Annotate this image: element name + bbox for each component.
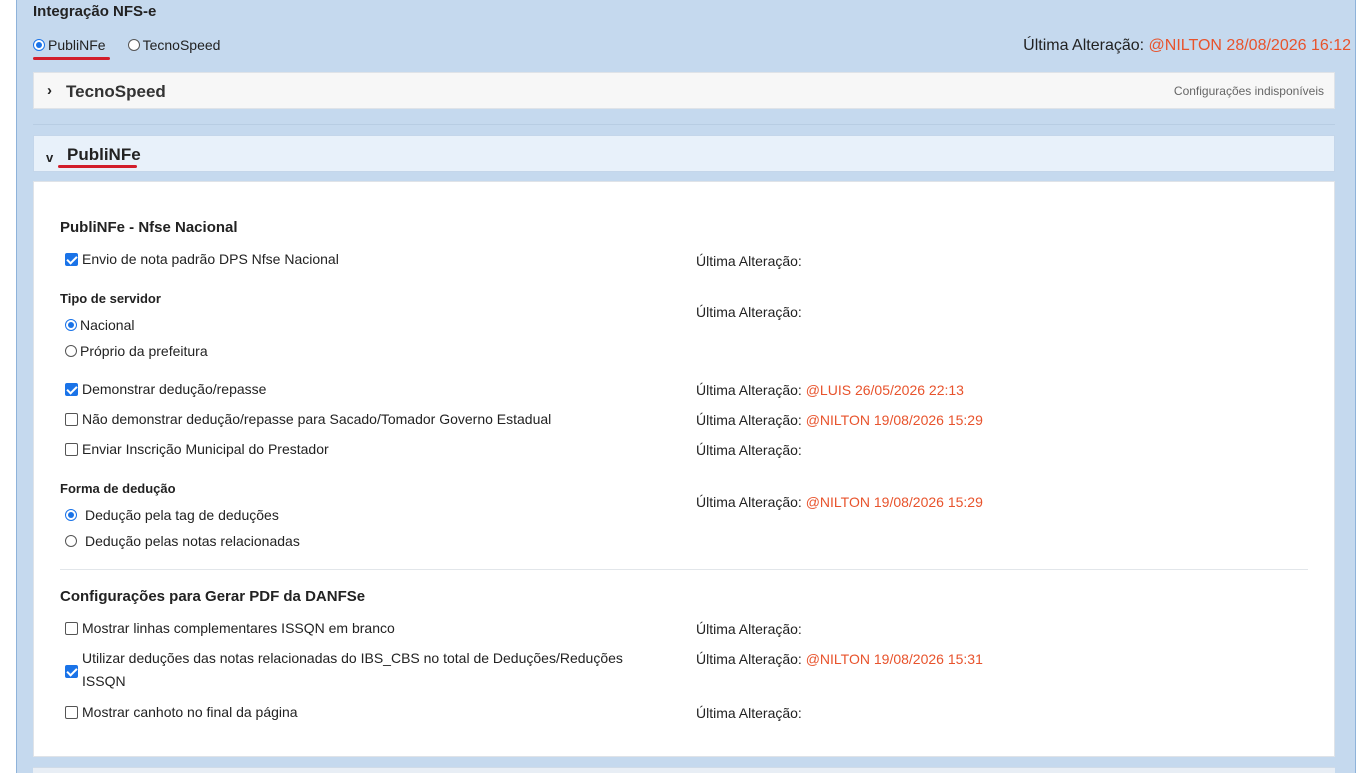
forma-deducao-last-change-value: @NILTON 19/08/2026 15:29 xyxy=(805,494,983,510)
checkbox-nao-demonstrar-label: Não demonstrar dedução/repasse para Saca… xyxy=(82,411,552,427)
checkbox-linhas-complementares[interactable]: Mostrar linhas complementares ISSQN em b… xyxy=(65,620,395,636)
checkbox-demonstrar-deducao-label: Demonstrar dedução/repasse xyxy=(82,381,267,397)
forma-deducao-title: Forma de dedução xyxy=(60,481,176,496)
integration-frame: Integração NFS-e PubliNFe TecnoSpeed Últ… xyxy=(16,0,1356,773)
checkbox-envio-padrao-label: Envio de nota padrão DPS Nfse Nacional xyxy=(82,251,339,267)
checkbox-mostrar-canhoto-label: Mostrar canhoto no final da página xyxy=(82,704,298,720)
tecnospeed-panel-header[interactable]: › TecnoSpeed Configurações indisponíveis xyxy=(33,72,1335,109)
radio-tecnospeed-label: TecnoSpeed xyxy=(142,37,221,53)
publinfe-title-underline xyxy=(58,165,137,168)
radio-proprio-prefeitura[interactable]: Próprio da prefeitura xyxy=(65,343,208,359)
radio-deducao-notas[interactable]: Dedução pelas notas relacionadas xyxy=(65,533,300,549)
checkbox-utilizar-deducoes-label: Utilizar deduções das notas relacionadas… xyxy=(82,647,623,693)
radio-deducao-tag-control[interactable] xyxy=(65,509,77,521)
radio-publinfe-label: PubliNFe xyxy=(48,37,106,53)
section-divider xyxy=(60,569,1308,570)
linhas-compl-last-change: Última Alteração: xyxy=(696,621,802,637)
tipo-servidor-title: Tipo de servidor xyxy=(60,291,161,306)
integration-provider-group: PubliNFe TecnoSpeed xyxy=(33,37,220,53)
radio-publinfe-control[interactable] xyxy=(33,39,45,51)
publinfe-panel-content: PubliNFe - Nfse Nacional Envio de nota p… xyxy=(33,181,1335,757)
radio-nacional-label: Nacional xyxy=(80,317,135,333)
checkbox-enviar-inscricao-label: Enviar Inscrição Municipal do Prestador xyxy=(82,441,329,457)
nao-demonstrar-last-change-label: Última Alteração: xyxy=(696,412,802,428)
checkbox-demonstrar-deducao[interactable]: Demonstrar dedução/repasse xyxy=(65,381,266,397)
radio-deducao-tag-label: Dedução pela tag de deduções xyxy=(85,507,279,523)
radio-deducao-tag[interactable]: Dedução pela tag de deduções xyxy=(65,507,279,523)
checkbox-linhas-complementares-label: Mostrar linhas complementares ISSQN em b… xyxy=(82,620,395,636)
tecnospeed-panel-title: TecnoSpeed xyxy=(66,82,166,101)
integration-last-change: Última Alteração: @NILTON 28/08/2026 16:… xyxy=(1023,37,1351,55)
utilizar-deducoes-last-change-value: @NILTON 19/08/2026 15:31 xyxy=(805,651,983,667)
tipo-servidor-last-change: Última Alteração: xyxy=(696,304,802,320)
envio-padrao-last-change-label: Última Alteração: xyxy=(696,253,802,269)
checkbox-enviar-inscricao[interactable]: Enviar Inscrição Municipal do Prestador xyxy=(65,441,329,457)
tipo-servidor-last-change-label: Última Alteração: xyxy=(696,304,802,320)
checkbox-demonstrar-deducao-control[interactable] xyxy=(65,383,78,396)
demonstrar-last-change-value: @LUIS 26/05/2026 22:13 xyxy=(805,382,964,398)
enviar-inscricao-last-change-label: Última Alteração: xyxy=(696,442,802,458)
radio-proprio-prefeitura-control[interactable] xyxy=(65,345,77,357)
integration-last-change-value: @NILTON 28/08/2026 16:12 xyxy=(1148,37,1351,54)
checkbox-nao-demonstrar[interactable]: Não demonstrar dedução/repasse para Saca… xyxy=(65,411,551,427)
demonstrar-last-change: Última Alteração: @LUIS 26/05/2026 22:13 xyxy=(696,382,964,398)
publinfe-panel-title: PubliNFe xyxy=(67,145,141,164)
canhoto-last-change: Última Alteração: xyxy=(696,705,802,721)
forma-deducao-last-change: Última Alteração: @NILTON 19/08/2026 15:… xyxy=(696,494,983,510)
checkbox-linhas-complementares-control[interactable] xyxy=(65,622,78,635)
utilizar-deducoes-last-change: Última Alteração: @NILTON 19/08/2026 15:… xyxy=(696,651,983,667)
radio-tecnospeed[interactable]: TecnoSpeed xyxy=(127,37,221,53)
checkbox-nao-demonstrar-control[interactable] xyxy=(65,413,78,426)
checkbox-utilizar-deducoes[interactable] xyxy=(65,663,82,681)
enviar-inscricao-last-change: Última Alteração: xyxy=(696,442,802,458)
section-danfse-title: Configurações para Gerar PDF da DANFSe xyxy=(60,588,366,605)
radio-deducao-notas-label: Dedução pelas notas relacionadas xyxy=(85,533,300,549)
integration-title: Integração NFS-e xyxy=(33,3,157,20)
publinfe-radio-underline xyxy=(33,57,110,60)
checkbox-utilizar-deducoes-control[interactable] xyxy=(65,665,78,678)
forma-deducao-last-change-label: Última Alteração: xyxy=(696,494,802,510)
radio-nacional-control[interactable] xyxy=(65,319,77,331)
envio-padrao-last-change: Última Alteração: xyxy=(696,253,802,269)
chevron-right-icon: › xyxy=(47,82,52,99)
integration-last-change-label: Última Alteração: xyxy=(1023,37,1145,54)
radio-proprio-prefeitura-label: Próprio da prefeitura xyxy=(80,343,208,359)
checkbox-envio-padrao[interactable]: Envio de nota padrão DPS Nfse Nacional xyxy=(65,251,339,267)
checkbox-mostrar-canhoto-control[interactable] xyxy=(65,706,78,719)
radio-nacional[interactable]: Nacional xyxy=(65,317,134,333)
linhas-compl-last-change-label: Última Alteração: xyxy=(696,621,802,637)
section-nfse-nacional-title: PubliNFe - Nfse Nacional xyxy=(60,219,238,236)
radio-deducao-notas-control[interactable] xyxy=(65,535,77,547)
utilizar-deducoes-last-change-label: Última Alteração: xyxy=(696,651,802,667)
checkbox-enviar-inscricao-control[interactable] xyxy=(65,443,78,456)
demonstrar-last-change-label: Última Alteração: xyxy=(696,382,802,398)
publinfe-panel-header[interactable]: v PubliNFe xyxy=(33,135,1335,172)
panel-separator xyxy=(33,124,1335,125)
nao-demonstrar-last-change-value: @NILTON 19/08/2026 15:29 xyxy=(805,412,983,428)
utilizar-deducoes-label-line1: Utilizar deduções das notas relacionadas… xyxy=(82,650,623,666)
utilizar-deducoes-label-line2: ISSQN xyxy=(82,673,126,689)
checkbox-envio-padrao-control[interactable] xyxy=(65,253,78,266)
checkbox-mostrar-canhoto[interactable]: Mostrar canhoto no final da página xyxy=(65,704,298,720)
chevron-down-icon: v xyxy=(46,150,54,165)
next-panel-edge xyxy=(33,767,1335,773)
nao-demonstrar-last-change: Última Alteração: @NILTON 19/08/2026 15:… xyxy=(696,412,983,428)
tecnospeed-panel-note: Configurações indisponíveis xyxy=(1173,84,1324,98)
radio-publinfe[interactable]: PubliNFe xyxy=(33,37,106,53)
radio-tecnospeed-control[interactable] xyxy=(127,39,140,51)
canhoto-last-change-label: Última Alteração: xyxy=(696,705,802,721)
